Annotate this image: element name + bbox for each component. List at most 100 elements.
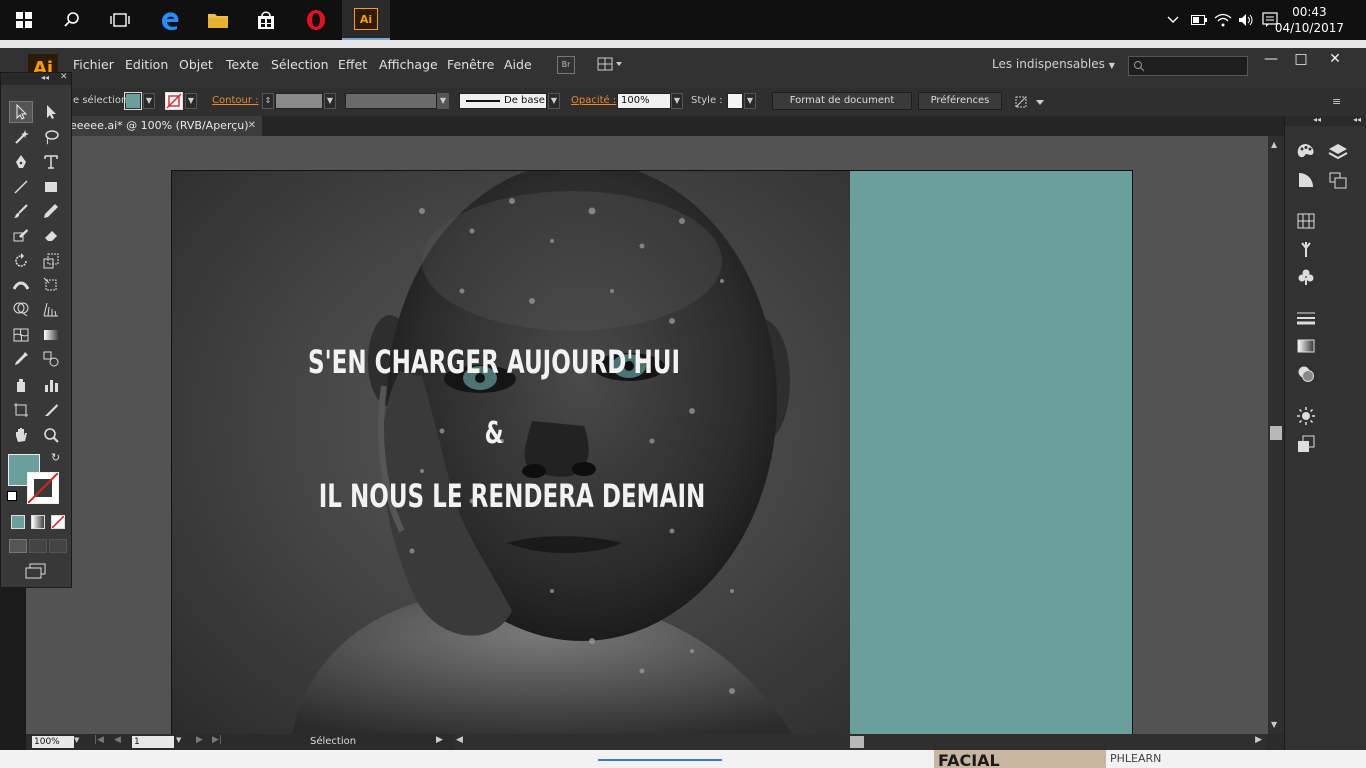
free-transform-tool[interactable] [39, 274, 63, 296]
show-hidden-icons-button[interactable] [1162, 0, 1184, 40]
shape-builder-tool[interactable] [9, 298, 33, 320]
stroke-weight-field[interactable] [275, 93, 323, 109]
none-mode-button[interactable] [51, 515, 65, 529]
close-icon[interactable]: ✕ [60, 72, 68, 82]
menu-edition[interactable]: Edition [125, 57, 168, 72]
swap-fill-stroke-icon[interactable]: ↻ [51, 451, 60, 464]
gradient-mode-button[interactable] [31, 515, 45, 529]
symbols-panel-button[interactable] [1293, 265, 1319, 289]
minimize-button[interactable]: — [1256, 51, 1286, 73]
expand-panels-icon[interactable]: ◂◂ [1353, 115, 1361, 124]
paintbrush-tool[interactable] [9, 200, 33, 222]
first-artboard-button[interactable]: |◀ [94, 735, 104, 745]
stroke-weight-dropdown[interactable]: ▼ [324, 93, 336, 109]
color-panel-button[interactable] [1293, 140, 1319, 164]
menu-aide[interactable]: Aide [504, 57, 532, 72]
pencil-tool[interactable] [39, 200, 63, 222]
menu-effet[interactable]: Effet [338, 57, 367, 72]
horizontal-scrollbar[interactable]: ◀ ▶ [454, 734, 1266, 750]
lasso-tool[interactable] [39, 126, 63, 148]
scroll-right-arrow[interactable]: ▶ [1255, 735, 1262, 745]
scroll-down-arrow[interactable]: ▼ [1271, 720, 1277, 729]
pen-tool[interactable] [9, 151, 33, 173]
start-button[interactable] [0, 0, 48, 40]
rotate-tool[interactable] [9, 250, 33, 272]
fill-dropdown[interactable]: ▼ [143, 93, 155, 109]
collapse-icon[interactable]: ◂◂ [41, 73, 49, 82]
symbol-sprayer-tool[interactable] [9, 374, 33, 396]
volume-button[interactable] [1235, 0, 1257, 40]
artboards-panel-button[interactable] [1325, 168, 1351, 192]
opacity-input[interactable]: 100% [617, 93, 671, 109]
eyedropper-tool[interactable] [9, 348, 33, 370]
system-clock[interactable]: 00:43 04/10/2017 [1275, 4, 1344, 36]
zoom-dropdown[interactable]: ▼ [74, 736, 86, 748]
color-mode-button[interactable] [11, 515, 25, 529]
stroke-weight-label[interactable]: Contour : [212, 95, 258, 106]
magic-wand-tool[interactable] [9, 126, 33, 148]
previous-artboard-button[interactable]: ◀ [114, 735, 121, 745]
color-guide-panel-button[interactable] [1293, 168, 1319, 192]
scroll-left-arrow[interactable]: ◀ [456, 735, 463, 745]
workspace-switcher[interactable]: Les indispensables ▼ [992, 57, 1115, 71]
swatches-panel-button[interactable] [1293, 209, 1319, 233]
variable-width-profile[interactable] [345, 93, 437, 109]
gradient-tool[interactable] [39, 324, 63, 346]
taskbar-store[interactable] [242, 0, 290, 40]
zoom-input[interactable]: 100% [32, 736, 74, 748]
transparency-panel-button[interactable] [1293, 362, 1319, 386]
shaper-tool[interactable] [9, 224, 33, 246]
mesh-tool[interactable] [9, 324, 33, 346]
width-tool[interactable] [9, 274, 33, 296]
graphic-style-dropdown[interactable]: ▼ [744, 93, 756, 109]
graphic-styles-panel-button[interactable] [1293, 432, 1319, 456]
brushes-panel-button[interactable] [1293, 237, 1319, 261]
menu-fichier[interactable]: Fichier [73, 57, 114, 72]
stroke-color-box[interactable] [27, 472, 59, 504]
bridge-button[interactable]: Br [557, 56, 575, 74]
eraser-tool[interactable] [39, 224, 63, 246]
vertical-scrollbar[interactable]: ▲ ▼ [1268, 136, 1284, 734]
zoom-tool[interactable] [39, 424, 63, 446]
canvas-area[interactable]: S'EN CHARGER AUJOURD'HUI & IL NOUS LE RE… [26, 136, 1268, 735]
perspective-grid-tool[interactable] [39, 298, 63, 320]
menu-texte[interactable]: Texte [226, 57, 259, 72]
artboard-tool[interactable] [9, 399, 33, 421]
child-photo[interactable] [172, 171, 850, 734]
search-button[interactable] [48, 0, 96, 40]
background-ad-thumbnail[interactable]: FACIAL [934, 750, 1106, 768]
artboard-number-input[interactable]: 1 [132, 736, 174, 748]
brush-definition-field[interactable]: De base [459, 93, 547, 109]
direct-selection-tool[interactable] [39, 101, 63, 123]
last-artboard-button[interactable]: ▶| [212, 735, 222, 745]
fill-color-swatch[interactable] [124, 92, 142, 110]
selection-tool[interactable] [9, 101, 33, 123]
type-tool[interactable] [39, 151, 63, 173]
appearance-panel-button[interactable] [1293, 404, 1319, 428]
slice-tool[interactable] [39, 399, 63, 421]
close-icon[interactable]: ✕ [248, 116, 256, 136]
brush-definition-dropdown[interactable]: ▼ [548, 93, 560, 109]
menu-fenetre[interactable]: Fenêtre [447, 57, 494, 72]
stroke-panel-button[interactable] [1293, 306, 1319, 330]
line-segment-tool[interactable] [9, 176, 33, 198]
hscroll-thumb[interactable] [850, 736, 864, 748]
headline-ampersand[interactable]: & [172, 416, 854, 451]
stroke-weight-stepper[interactable]: ⇕ [262, 93, 274, 109]
stroke-dropdown[interactable]: ▼ [185, 93, 197, 109]
variable-width-dropdown[interactable]: ▼ [437, 93, 449, 109]
gradient-panel-button[interactable] [1293, 334, 1319, 358]
close-button[interactable]: ✕ [1320, 51, 1350, 73]
layers-panel-button[interactable] [1325, 140, 1351, 164]
draw-behind-button[interactable] [29, 539, 47, 553]
artboard-dropdown[interactable]: ▼ [176, 736, 181, 744]
help-search-input[interactable] [1128, 56, 1248, 76]
battery-button[interactable] [1188, 0, 1210, 40]
headline-line-1[interactable]: S'EN CHARGER AUJOURD'HUI [172, 343, 854, 381]
taskbar-file-explorer[interactable] [194, 0, 242, 40]
maximize-button[interactable]: □ [1286, 51, 1316, 73]
artboard[interactable]: S'EN CHARGER AUJOURD'HUI & IL NOUS LE RE… [171, 170, 1133, 735]
scroll-up-arrow[interactable]: ▲ [1271, 140, 1277, 149]
teal-rectangle[interactable] [850, 171, 1132, 734]
transform-options-button[interactable] [1014, 94, 1046, 110]
